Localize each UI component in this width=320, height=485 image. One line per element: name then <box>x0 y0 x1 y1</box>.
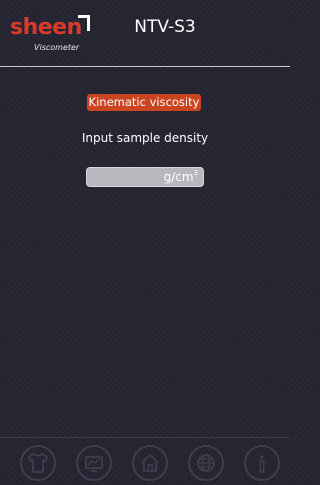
density-unit-exponent: 3 <box>193 169 198 177</box>
nav-shirt-button[interactable] <box>20 445 56 481</box>
header: sheen Viscometer NTV-S3 <box>0 0 290 66</box>
density-unit-base: g/cm <box>163 170 194 184</box>
globe-icon <box>197 454 215 472</box>
display-icon <box>85 456 103 472</box>
density-value[interactable] <box>93 168 153 186</box>
density-unit: g/cm3 <box>164 168 198 186</box>
bottom-nav <box>0 438 290 485</box>
mode-badge[interactable]: Kinematic viscosity <box>87 94 201 111</box>
header-divider <box>0 66 290 67</box>
nav-info-button[interactable] <box>244 445 280 481</box>
logo: sheen Viscometer <box>10 14 90 58</box>
density-input[interactable]: g/cm3 <box>86 167 204 187</box>
shirt-icon <box>28 453 48 473</box>
home-icon <box>141 454 159 472</box>
nav-globe-button[interactable] <box>188 445 224 481</box>
logo-mark-icon <box>78 15 90 31</box>
page-title: NTV-S3 <box>134 17 196 37</box>
logo-subtitle: Viscometer <box>34 43 80 52</box>
nav-display-button[interactable] <box>76 445 112 481</box>
logo-text: sheen <box>10 15 82 40</box>
nav-home-button[interactable] <box>132 445 168 481</box>
info-icon <box>259 455 265 473</box>
density-prompt: Input sample density <box>81 131 209 145</box>
